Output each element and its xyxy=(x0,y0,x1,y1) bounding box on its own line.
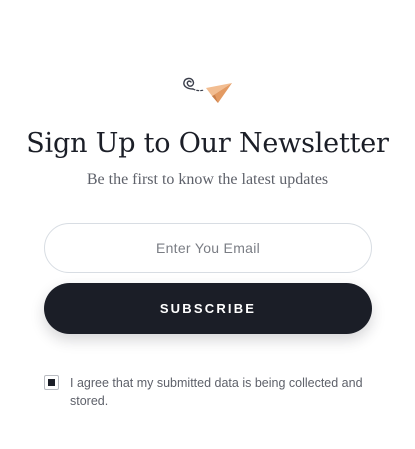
newsletter-signup: Sign Up to Our Newsletter Be the first t… xyxy=(0,0,415,449)
newsletter-subtitle: Be the first to know the latest updates xyxy=(86,171,329,188)
checkbox-checked-icon xyxy=(48,379,55,386)
email-field[interactable] xyxy=(44,223,372,273)
newsletter-title: Sign Up to Our Newsletter xyxy=(26,128,389,159)
consent-checkbox[interactable] xyxy=(44,375,59,390)
paper-plane-icon xyxy=(183,77,232,103)
consent-label: I agree that my submitted data is being … xyxy=(70,376,363,408)
subscribe-button[interactable]: SUBSCRIBE xyxy=(44,283,372,334)
